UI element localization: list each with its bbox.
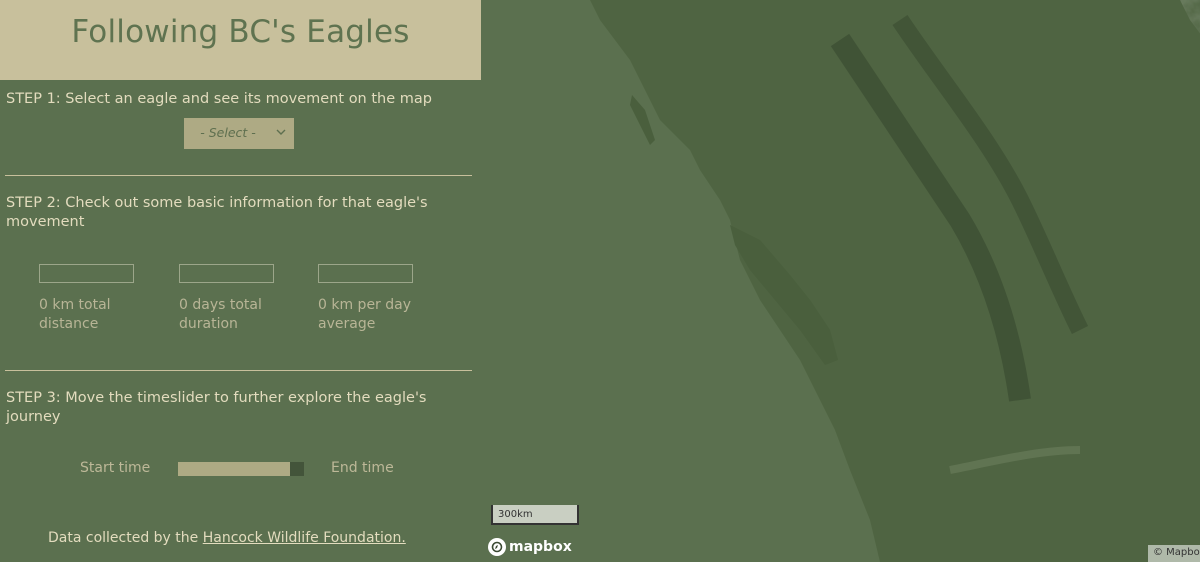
step1-instruction: STEP 1: Select an eagle and see its move… [6, 91, 432, 107]
sidebar: Following BC's Eagles STEP 1: Select an … [0, 0, 481, 562]
start-time-label: Start time [80, 460, 151, 476]
distance-value-box [39, 264, 134, 283]
end-time-label: End time [331, 460, 394, 476]
step3-instruction: STEP 3: Move the timeslider to further e… [6, 390, 427, 425]
average-label-line1: 0 km per day [318, 297, 412, 313]
title-banner: Following BC's Eagles [0, 0, 481, 80]
map-attribution[interactable]: © Mapbox [1148, 545, 1200, 562]
step2-instruction: STEP 2: Check out some basic information… [6, 195, 428, 230]
mapbox-wordmark: mapbox [509, 539, 572, 555]
duration-label-line1: 0 days total [179, 297, 262, 313]
divider [5, 370, 472, 371]
duration-value-box [179, 264, 274, 283]
distance-label: 0 km total distance [39, 296, 149, 334]
eagle-select[interactable]: - Select - [184, 118, 294, 149]
average-label-line2: average [318, 316, 376, 332]
map-scale-bar: 300km [491, 505, 579, 525]
duration-label-line2: duration [179, 316, 238, 332]
time-slider-fill [178, 462, 290, 476]
duration-label: 0 days total duration [179, 296, 289, 334]
time-slider[interactable] [178, 462, 304, 476]
distance-label-line1: 0 km total [39, 297, 111, 313]
mapbox-icon [488, 538, 506, 556]
chevron-down-icon [276, 129, 286, 135]
average-label: 0 km per day average [318, 296, 428, 334]
time-slider-handle[interactable] [290, 462, 304, 476]
hancock-foundation-link[interactable]: Hancock Wildlife Foundation. [203, 530, 406, 546]
mapbox-logo[interactable]: mapbox [488, 537, 572, 557]
data-credit: Data collected by the Hancock Wildlife F… [48, 530, 406, 546]
credit-text: Data collected by the [48, 530, 203, 546]
divider [5, 175, 472, 176]
eagle-select-value: - Select - [200, 125, 256, 140]
page-title: Following BC's Eagles [71, 14, 410, 50]
average-value-box [318, 264, 413, 283]
distance-label-line2: distance [39, 316, 99, 332]
